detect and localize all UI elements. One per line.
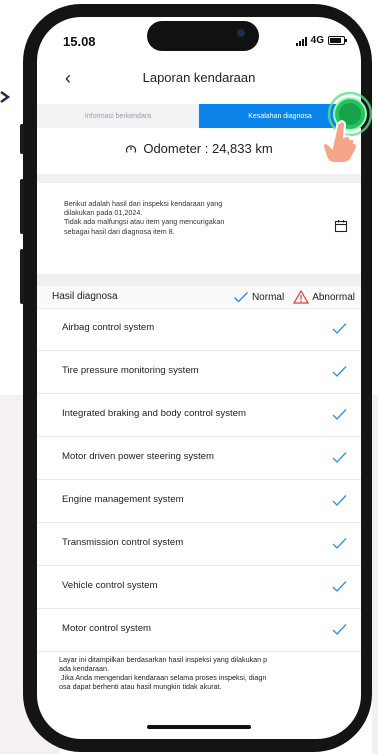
diagnosis-item-label: Airbag control system (62, 322, 155, 333)
status-indicators: 4G (295, 35, 347, 46)
diagnosis-title: Hasil diagnosa (52, 291, 118, 302)
diagnosis-header: Hasil diagnosa Normal Abnormal (37, 285, 361, 309)
tab-driving-info[interactable]: Informasi berkendara (37, 104, 199, 128)
diagnosis-row-steering: Motor driven power steering system (37, 437, 361, 480)
diagnosis-row-engine: Engine management system (37, 480, 361, 523)
background-panel-right (372, 395, 378, 754)
warning-icon (293, 290, 310, 304)
disclaimer-line: Layar ini ditampilkan berdasarkan hasil … (59, 655, 268, 664)
check-icon (332, 409, 347, 420)
diagnosis-item-label: Integrated braking and body control syst… (62, 408, 246, 419)
odometer-text: Odometer : 24,833 km (143, 141, 273, 156)
disclaimer-line: ada kendaraan. (59, 664, 109, 673)
diagnosis-item-label: Motor control system (62, 623, 152, 634)
home-indicator (147, 725, 251, 729)
diagnosis-item-label: Vehicle control system (62, 580, 158, 591)
check-icon (332, 538, 347, 549)
diagnosis-item-label: Transmission control system (62, 537, 184, 548)
calendar-icon[interactable] (334, 219, 348, 233)
signal-icon (295, 36, 307, 46)
speedometer-icon (126, 144, 137, 153)
summary-line: sebagai hasil dari diagnosa item 8. (64, 226, 175, 236)
check-icon (332, 452, 347, 463)
diagnosis-item-label: Motor driven power steering system (62, 451, 214, 462)
legend-normal: Normal (251, 291, 285, 303)
check-icon (233, 292, 248, 303)
diagnosis-item-label: Engine management system (62, 494, 184, 505)
diagnosis-row-vehicle-control: Vehicle control system (37, 566, 361, 609)
phone-button (20, 249, 24, 304)
status-bar: 15.08 4G (37, 17, 361, 57)
check-icon (332, 366, 347, 377)
summary-line: Tidak ada malfungsi atau item yang mencu… (64, 217, 225, 227)
diagnosis-row-braking: Integrated braking and body control syst… (37, 394, 361, 437)
network-label: 4G (310, 35, 324, 46)
inspection-summary: Berikut adalah hasil dari inspeksi kenda… (64, 199, 292, 236)
check-icon (332, 624, 347, 635)
tab-bar: Informasi berkendara Kesalahan diagnosa (37, 104, 361, 128)
diagnosis-row-tire-pressure: Tire pressure monitoring system (37, 351, 361, 394)
page-title: Laporan kendaraan (142, 70, 256, 85)
summary-line: dilakukan pada 01,2024. (64, 208, 143, 218)
battery-icon (328, 36, 347, 45)
camera-icon (237, 29, 245, 37)
odometer: Odometer : 24,833 km (37, 141, 361, 156)
disclaimer-text: Layar ini ditampilkan berdasarkan hasil … (59, 655, 351, 691)
section-divider (37, 274, 361, 285)
diagnosis-row-transmission: Transmission control system (37, 523, 361, 566)
check-icon (332, 495, 347, 506)
summary-line: Berikut adalah hasil dari inspeksi kenda… (64, 199, 223, 208)
status-legend: Normal Abnormal (233, 290, 355, 304)
arrow-right-icon (0, 90, 11, 104)
diagnosis-item-label: Tire pressure monitoring system (62, 365, 199, 376)
navigation-bar: ‹ Laporan kendaraan (37, 67, 361, 91)
section-divider (37, 174, 361, 183)
phone-button (20, 179, 24, 234)
check-icon (332, 581, 347, 592)
check-icon (332, 323, 347, 334)
phone-screen: 15.08 4G ‹ Laporan kendaraan Informasi b… (37, 17, 361, 739)
legend-abnormal: Abnormal (312, 291, 355, 303)
diagnosis-row-airbag: Airbag control system (37, 308, 361, 351)
phone-button (20, 124, 24, 154)
diagnosis-row-motor-control: Motor control system (37, 609, 361, 652)
hand-pointer-icon (321, 120, 359, 164)
disclaimer-line: osa dapat berhenti atau hasil mungkin ti… (59, 682, 222, 691)
disclaimer-line: Jika Anda mengendari kendaraan selama pr… (59, 673, 267, 682)
status-time: 15.08 (63, 34, 96, 49)
